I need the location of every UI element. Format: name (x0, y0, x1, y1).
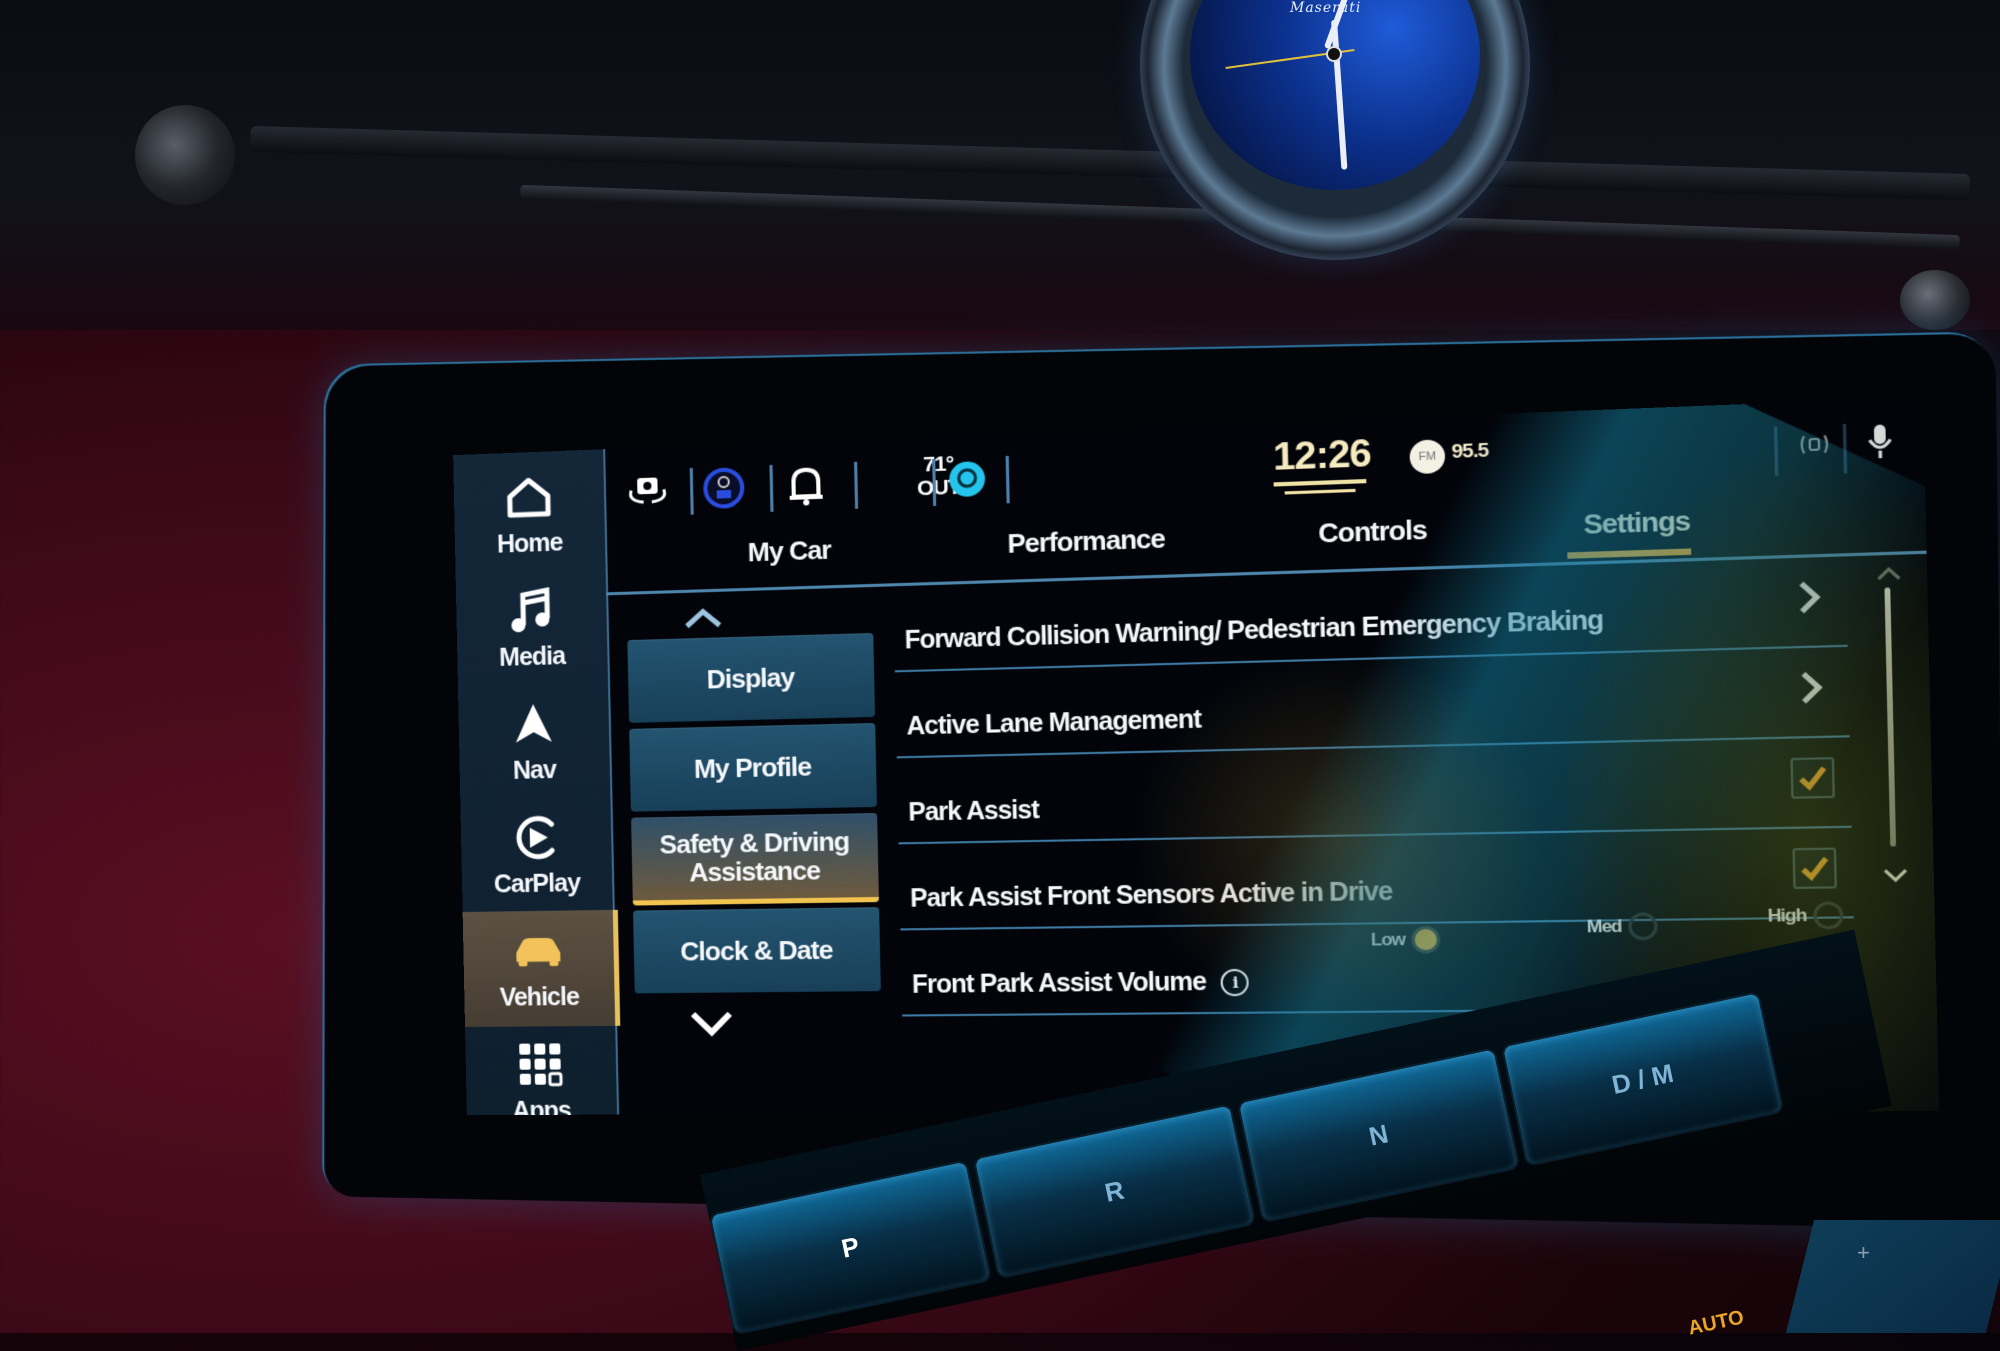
sidebar-item-label: Nav (512, 755, 557, 785)
sidebar-item-carplay[interactable]: CarPlay (460, 796, 613, 914)
tab-settings[interactable]: Settings (1583, 505, 1690, 542)
car-icon (512, 925, 565, 978)
climate-auto-label: AUTO (1686, 1306, 1746, 1340)
setting-label-text: Front Park Assist Volume (911, 967, 1207, 1000)
alexa-icon[interactable] (943, 455, 992, 504)
microphone-icon[interactable] (1856, 420, 1903, 465)
radio-button-selected[interactable] (1411, 925, 1441, 954)
volume-option-med[interactable]: Med (1586, 912, 1658, 941)
status-divider (1842, 423, 1848, 474)
status-divider (1005, 455, 1010, 504)
camera-rotate-icon[interactable] (624, 467, 672, 515)
sidebar-item-label: Apps (512, 1096, 572, 1116)
radio-frequency[interactable]: 95.5 (1451, 440, 1488, 465)
category-clock-date[interactable]: Clock & Date (633, 907, 881, 994)
setting-row[interactable]: Park Assist Front Sensors Active in Driv… (898, 827, 1854, 931)
setting-label: Park Assist Front Sensors Active in Driv… (909, 876, 1393, 913)
chevron-right-icon[interactable] (1796, 579, 1824, 616)
clock-brand: Maserati (1290, 0, 1362, 16)
tab-my-car[interactable]: My Car (747, 534, 831, 568)
radio-button[interactable] (1812, 901, 1844, 930)
plus-icon[interactable]: + (1857, 1240, 1870, 1266)
carplay-icon (509, 811, 562, 864)
gear-reverse-button[interactable]: R (972, 1103, 1257, 1280)
sidebar-item-label: Home (496, 528, 563, 559)
list-scrollbar[interactable] (1884, 587, 1897, 847)
vent-knob-right (1900, 270, 1970, 330)
radio-label: Low (1370, 929, 1406, 950)
driver-assist-icon[interactable] (700, 464, 748, 512)
park-assist-checkbox[interactable] (1790, 757, 1835, 799)
info-icon[interactable]: i (1220, 969, 1250, 997)
music-note-icon (505, 584, 558, 638)
category-scroll-down[interactable] (681, 1003, 743, 1044)
bell-icon[interactable] (782, 461, 830, 510)
status-divider (1773, 426, 1779, 476)
chevron-right-icon[interactable] (1798, 669, 1826, 706)
setting-label: Active Lane Management (906, 704, 1202, 741)
sidebar-item-label: Media (498, 641, 566, 672)
clock-underline (1273, 479, 1367, 487)
tab-performance[interactable]: Performance (1007, 523, 1165, 560)
gear-park-button[interactable]: P (708, 1159, 993, 1336)
category-safety-driving-assistance[interactable]: Safety & Driving Assistance (631, 813, 879, 906)
sidebar-item-nav[interactable]: Nav (458, 682, 610, 801)
volume-option-high[interactable]: High (1767, 901, 1844, 930)
list-scroll-up[interactable] (1871, 560, 1906, 587)
status-divider (689, 468, 694, 515)
sidebar: Home Media Nav CarPlay Vehicle Apps (453, 449, 621, 1115)
active-tab-indicator (1567, 548, 1692, 559)
volume-option-low[interactable]: Low (1370, 925, 1441, 954)
navigation-arrow-icon (507, 697, 560, 750)
radio-band-badge[interactable]: FM (1409, 439, 1446, 475)
radio-label: High (1767, 904, 1807, 926)
clock-time[interactable]: 12:26 (1273, 432, 1372, 480)
front-sensors-checkbox[interactable] (1792, 847, 1837, 890)
apps-grid-icon (514, 1038, 567, 1091)
status-divider (854, 461, 859, 509)
sidebar-item-label: Vehicle (499, 982, 580, 1012)
lower-control-panel (1785, 1220, 2000, 1333)
vent-knob-left (135, 105, 235, 205)
category-my-profile[interactable]: My Profile (629, 723, 877, 812)
radio-button[interactable] (1627, 912, 1658, 941)
radio-label: Med (1586, 915, 1622, 937)
setting-label: Front Park Assist Volume i (912, 967, 1250, 1000)
setting-label: Forward Collision Warning/ Pedestrian Em… (904, 605, 1604, 655)
category-display[interactable]: Display (627, 633, 876, 723)
sidebar-item-media[interactable]: Media (456, 568, 608, 688)
clock-hub (1326, 46, 1342, 62)
list-scroll-down[interactable] (1878, 862, 1913, 888)
category-scroll-up[interactable] (672, 596, 734, 638)
checkmark-icon (1797, 765, 1827, 791)
setting-label: Park Assist (908, 795, 1040, 827)
sidebar-item-apps[interactable]: Apps (465, 1024, 618, 1115)
signal-icon[interactable] (1791, 422, 1838, 467)
sidebar-item-vehicle[interactable]: Vehicle (462, 909, 621, 1028)
sidebar-item-label: CarPlay (493, 869, 581, 899)
tab-controls[interactable]: Controls (1318, 514, 1427, 550)
clock-underline (1284, 488, 1356, 495)
sidebar-item-home[interactable]: Home (453, 454, 605, 575)
status-divider (769, 464, 774, 512)
home-icon (502, 470, 555, 524)
checkmark-icon (1799, 855, 1829, 881)
